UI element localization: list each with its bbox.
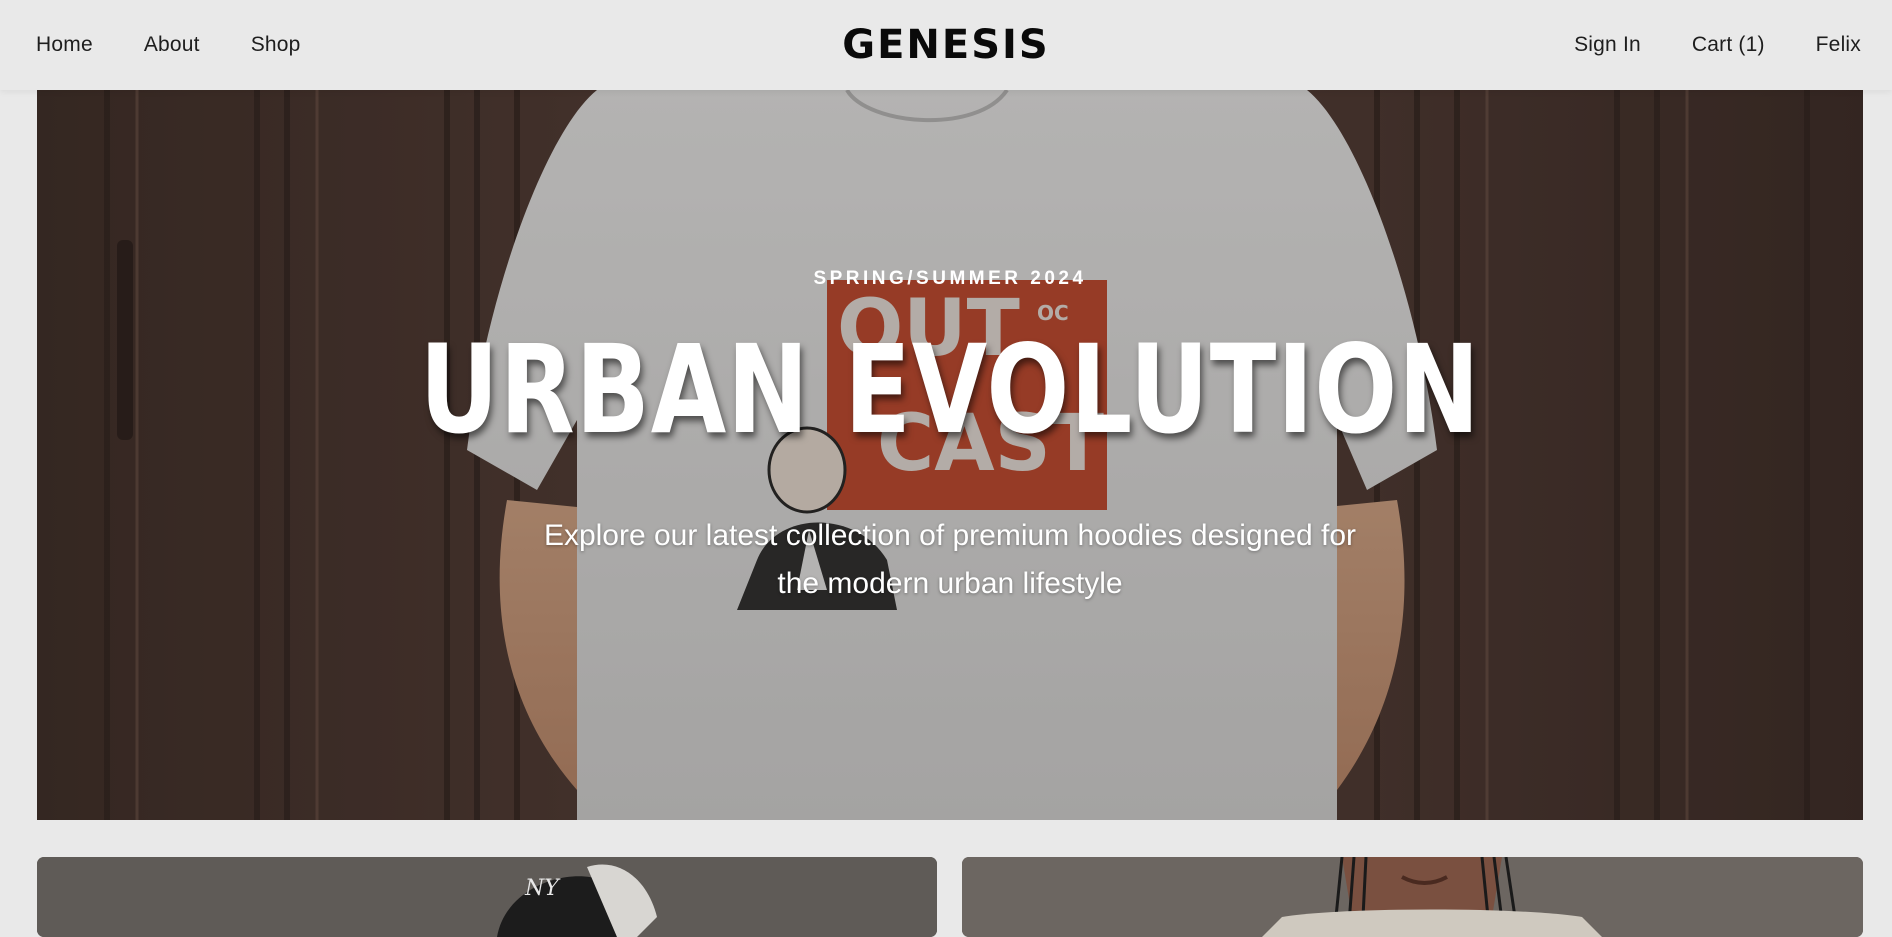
hero-subtitle: Explore our latest collection of premium… bbox=[37, 512, 1863, 608]
hero-subtitle-line-2: the modern urban lifestyle bbox=[777, 567, 1123, 600]
nav-shop-link[interactable]: Shop bbox=[251, 33, 301, 57]
nav-about-link[interactable]: About bbox=[144, 33, 200, 57]
user-profile-link[interactable]: Felix bbox=[1816, 33, 1861, 57]
nav-home-link[interactable]: Home bbox=[36, 33, 93, 57]
brand-logo[interactable]: GENESIS bbox=[842, 22, 1049, 68]
primary-nav: Home About Shop bbox=[36, 0, 352, 90]
hero-banner: OUT CAST OC SPRING/SUMMER 2024 URBAN EVO… bbox=[37, 90, 1863, 820]
model-photo bbox=[962, 857, 1863, 937]
season-label: SPRING/SUMMER 2024 bbox=[813, 268, 1087, 289]
product-card-cap[interactable]: NY bbox=[37, 857, 937, 937]
sign-in-link[interactable]: Sign In bbox=[1574, 33, 1641, 57]
hero-subtitle-line-1: Explore our latest collection of premium… bbox=[543, 519, 1357, 552]
account-nav: Sign In Cart (1) Felix bbox=[1523, 0, 1861, 90]
hero-content: SPRING/SUMMER 2024 URBAN EVOLUTION Explo… bbox=[37, 90, 1863, 820]
svg-text:NY: NY bbox=[524, 876, 561, 901]
product-card-hoodie[interactable] bbox=[962, 857, 1863, 937]
cap-photo: NY bbox=[37, 857, 937, 937]
hero-title: URBAN EVOLUTION bbox=[419, 319, 1481, 461]
top-navigation: Home About Shop GENESIS Sign In Cart (1)… bbox=[0, 0, 1892, 90]
cart-link[interactable]: Cart (1) bbox=[1692, 33, 1765, 57]
